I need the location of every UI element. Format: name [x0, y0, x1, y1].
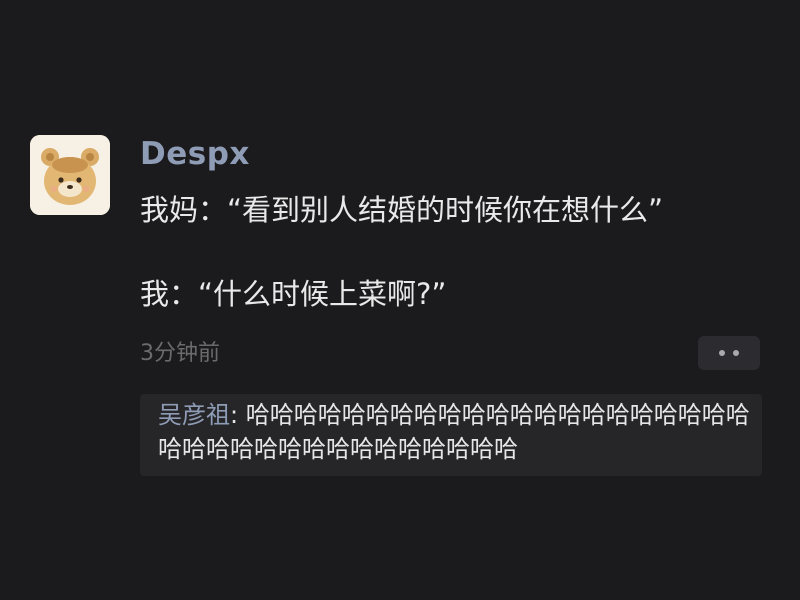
user-avatar[interactable] [30, 135, 110, 215]
comment-separator: : [230, 401, 246, 429]
post-content: 我妈：“看到别人结婚的时候你在想什么” 我：“什么时候上菜啊?” [140, 188, 790, 316]
post-timestamp: 3分钟前 [140, 341, 220, 366]
post-content-line: 我：“什么时候上菜啊?” [140, 277, 447, 311]
comment-item[interactable]: 吴彦祖: 哈哈哈哈哈哈哈哈哈哈哈哈哈哈哈哈哈哈哈哈哈哈哈哈哈哈哈哈哈哈哈哈哈哈哈… [158, 398, 758, 466]
bear-avatar-icon [30, 135, 110, 215]
moments-post: Despx 我妈：“看到别人结婚的时候你在想什么” 我：“什么时候上菜啊?” 3… [0, 0, 800, 600]
post-username[interactable]: Despx [140, 134, 250, 174]
more-dots-icon [719, 350, 725, 356]
post-content-line: 我妈：“看到别人结婚的时候你在想什么” [140, 193, 664, 227]
comment-author[interactable]: 吴彦祖 [158, 401, 230, 429]
more-actions-button[interactable] [698, 336, 760, 370]
more-dots-icon [733, 350, 739, 356]
comment-body: 哈哈哈哈哈哈哈哈哈哈哈哈哈哈哈哈哈哈哈哈哈哈哈哈哈哈哈哈哈哈哈哈哈哈哈哈 [158, 401, 750, 463]
